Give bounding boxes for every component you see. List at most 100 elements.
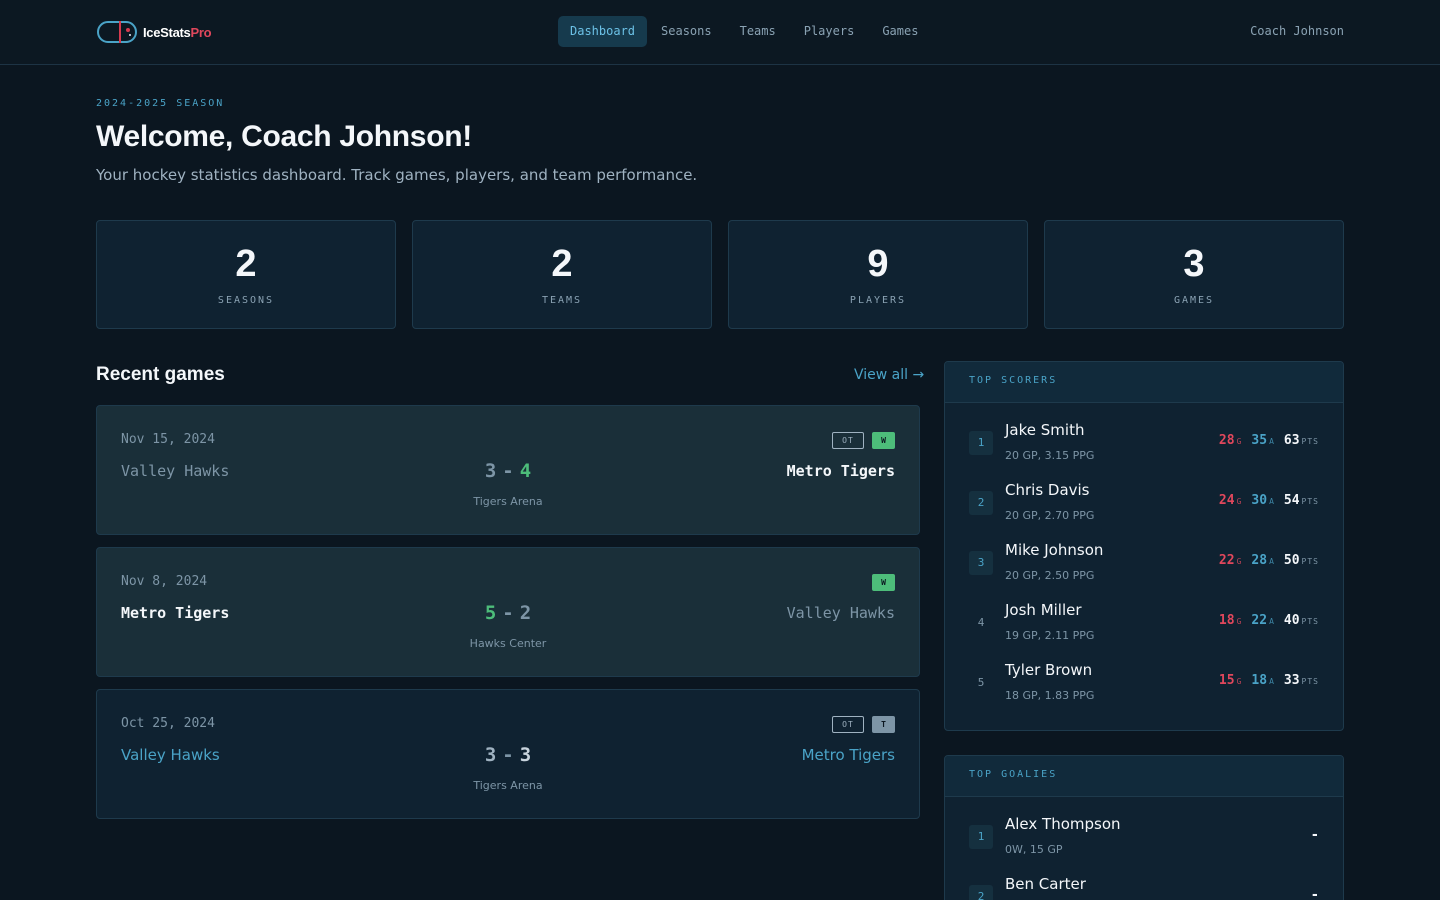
- player-meta: 19 GP, 2.11 PPG: [1005, 629, 1095, 642]
- game-card[interactable]: Nov 15, 2024 OT W Valley Hawks 3-4 Metro…: [96, 405, 920, 535]
- stat-card-seasons[interactable]: 2 SEASONS: [96, 220, 396, 329]
- stat-card-players[interactable]: 9 PLAYERS: [728, 220, 1028, 329]
- player-name: Jake Smith: [1005, 421, 1085, 439]
- away-score: 2: [519, 602, 532, 624]
- player-stats: 28 G 35 A 63 PTS: [1219, 433, 1319, 448]
- game-date: Nov 8, 2024: [121, 574, 208, 589]
- home-score: 3: [484, 460, 497, 482]
- nav-item-dashboard[interactable]: Dashboard: [558, 16, 648, 47]
- view-all-games-link[interactable]: View all →: [854, 367, 924, 383]
- assists: 28 A: [1251, 553, 1275, 568]
- goalie-name: Alex Thompson: [1005, 815, 1121, 833]
- nav-item-games[interactable]: Games: [868, 16, 932, 47]
- hockey-rink-icon: [97, 21, 137, 43]
- result-badge: W: [872, 432, 895, 449]
- stat-value: 2: [235, 243, 257, 285]
- game-badges: OT T: [832, 716, 895, 733]
- away-score: 4: [519, 460, 532, 482]
- scorers-list: 1 Jake Smith 20 GP, 3.15 PPG 28 G 35 A 63 P…: [945, 403, 1343, 703]
- list-item[interactable]: 1 Alex Thompson 0W, 15 GP -: [945, 797, 1343, 857]
- stats-row: 2 SEASONS 2 TEAMS 9 PLAYERS 3 GAMES: [96, 220, 1344, 329]
- score-dash: -: [502, 602, 514, 624]
- points: 50 PTS: [1283, 553, 1319, 568]
- result-badge: T: [872, 716, 895, 733]
- season-label: 2024-2025 SEASON: [96, 98, 225, 109]
- nav-item-teams[interactable]: Teams: [726, 16, 790, 47]
- goals: 18 G: [1218, 613, 1243, 628]
- stat-value: 3: [1183, 243, 1205, 285]
- recent-games-title: Recent games: [96, 364, 225, 385]
- panel-title: TOP SCORERS: [945, 362, 1343, 403]
- assists: 22 A: [1251, 613, 1275, 628]
- app-badge: Pro: [190, 24, 212, 40]
- page-subtitle: Your hockey statistics dashboard. Track …: [96, 166, 698, 184]
- away-team: Metro Tigers: [801, 746, 895, 764]
- list-item[interactable]: 2 Ben Carter -: [945, 857, 1343, 900]
- list-item[interactable]: 4 Josh Miller 19 GP, 2.11 PPG 18 G 22 A 40…: [945, 583, 1343, 643]
- assists: 18 A: [1251, 673, 1275, 688]
- away-score: 3: [519, 744, 532, 766]
- app-name: IceStats: [143, 24, 191, 40]
- away-team: Metro Tigers: [786, 462, 895, 480]
- home-score: 3: [484, 744, 497, 766]
- score-dash: -: [502, 460, 514, 482]
- goalie-stat: -: [1310, 827, 1319, 843]
- user-menu[interactable]: Coach Johnson: [1250, 24, 1344, 38]
- player-meta: 20 GP, 2.70 PPG: [1005, 509, 1095, 522]
- goals: 24 G: [1218, 493, 1243, 508]
- list-item[interactable]: 1 Jake Smith 20 GP, 3.15 PPG 28 G 35 A 63 P…: [945, 403, 1343, 463]
- player-name: Mike Johnson: [1005, 541, 1104, 559]
- result-badge: W: [872, 574, 895, 591]
- overtime-badge: OT: [832, 716, 864, 733]
- player-name: Josh Miller: [1005, 601, 1082, 619]
- nav-item-players[interactable]: Players: [790, 16, 869, 47]
- points: 54 PTS: [1283, 493, 1319, 508]
- away-team: Valley Hawks: [786, 604, 895, 622]
- player-meta: 20 GP, 3.15 PPG: [1005, 449, 1095, 462]
- player-stats: 22 G 28 A 50 PTS: [1219, 553, 1319, 568]
- rank-badge: 3: [969, 551, 993, 575]
- top-scorers-panel: TOP SCORERS 1 Jake Smith 20 GP, 3.15 PPG…: [944, 361, 1344, 731]
- stat-label: GAMES: [1173, 295, 1215, 306]
- goalie-meta: 0W, 15 GP: [1005, 843, 1063, 856]
- player-stats: 18 G 22 A 40 PTS: [1219, 613, 1319, 628]
- nav-item-seasons[interactable]: Seasons: [647, 16, 726, 47]
- score-dash: -: [502, 744, 514, 766]
- game-venue: Hawks Center: [469, 637, 547, 650]
- game-badges: OT W: [832, 432, 895, 449]
- top-goalies-panel: TOP GOALIES 1 Alex Thompson 0W, 15 GP - …: [944, 755, 1344, 900]
- stat-label: PLAYERS: [849, 295, 907, 306]
- goalies-list: 1 Alex Thompson 0W, 15 GP - 2 Ben Carter…: [945, 797, 1343, 900]
- game-venue: Tigers Arena: [473, 495, 543, 508]
- game-date: Nov 15, 2024: [121, 432, 215, 447]
- rank-badge: 2: [969, 491, 993, 515]
- top-navigation-bar: IceStatsPro Dashboard Seasons Teams Play…: [0, 0, 1440, 65]
- points: 63 PTS: [1283, 433, 1319, 448]
- player-name: Tyler Brown: [1005, 661, 1093, 679]
- panel-title: TOP GOALIES: [945, 756, 1343, 797]
- points: 33 PTS: [1283, 673, 1319, 688]
- stat-card-games[interactable]: 3 GAMES: [1044, 220, 1344, 329]
- stat-card-teams[interactable]: 2 TEAMS: [412, 220, 712, 329]
- player-stats: 15 G 18 A 33 PTS: [1219, 673, 1319, 688]
- rank-badge: 4: [977, 616, 985, 629]
- game-card[interactable]: Oct 25, 2024 OT T Valley Hawks 3-3 Metro…: [96, 689, 920, 819]
- goals: 22 G: [1218, 553, 1243, 568]
- page-title: Welcome, Coach Johnson!: [96, 120, 472, 153]
- player-stats: 24 G 30 A 54 PTS: [1219, 493, 1319, 508]
- list-item[interactable]: 2 Chris Davis 20 GP, 2.70 PPG 24 G 30 A 54…: [945, 463, 1343, 523]
- goals: 28 G: [1218, 433, 1243, 448]
- stat-label: SEASONS: [217, 295, 275, 306]
- game-card[interactable]: Nov 8, 2024 W Metro Tigers 5-2 Valley Ha…: [96, 547, 920, 677]
- home-score: 5: [484, 602, 497, 624]
- list-item[interactable]: 3 Mike Johnson 20 GP, 2.50 PPG 22 G 28 A 5…: [945, 523, 1343, 583]
- assists: 30 A: [1251, 493, 1275, 508]
- assists: 35 A: [1251, 433, 1275, 448]
- points: 40 PTS: [1283, 613, 1319, 628]
- game-badges: W: [872, 574, 895, 591]
- rank-badge: 1: [969, 431, 993, 455]
- list-item[interactable]: 5 Tyler Brown 18 GP, 1.83 PPG 15 G 18 A 33…: [945, 643, 1343, 703]
- game-venue: Tigers Arena: [473, 779, 543, 792]
- goalie-name: Ben Carter: [1005, 875, 1086, 893]
- app-logo[interactable]: IceStatsPro: [97, 21, 212, 43]
